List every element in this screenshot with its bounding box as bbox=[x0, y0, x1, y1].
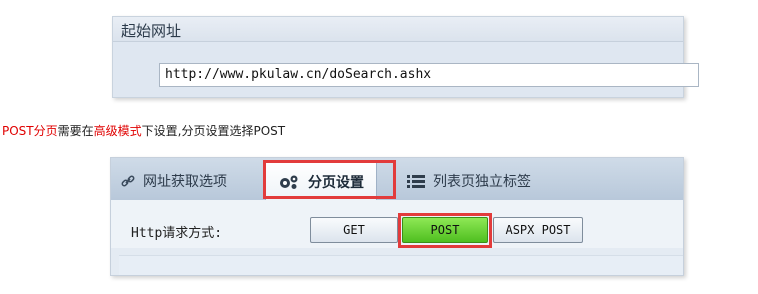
get-button[interactable]: GET bbox=[310, 217, 398, 243]
post-button[interactable]: POST bbox=[402, 217, 488, 243]
http-method-row: Http请求方式: GET POST ASPX POST bbox=[111, 200, 683, 248]
start-url-title: 起始网址 bbox=[121, 22, 182, 40]
tab-bar: 网址获取选项 分页设置 列表页独立标签 bbox=[111, 158, 683, 201]
instruction-advanced-mode: 高级模式 bbox=[93, 124, 142, 138]
tab-pagination-settings-label: 分页设置 bbox=[308, 174, 364, 191]
aspx-post-button[interactable]: ASPX POST bbox=[493, 217, 583, 243]
tab-list-page-tags-label: 列表页独立标签 bbox=[433, 174, 531, 190]
start-url-input[interactable]: http://www.pkulaw.cn/doSearch.ashx bbox=[159, 63, 699, 87]
tab-url-options-label: 网址获取选项 bbox=[143, 174, 227, 190]
start-url-header bbox=[113, 17, 683, 42]
gears-icon bbox=[278, 174, 300, 190]
instruction-post-paging: POST分页 bbox=[2, 124, 58, 138]
settings-content-area bbox=[119, 255, 683, 275]
http-method-label: Http请求方式: bbox=[131, 226, 223, 241]
instruction-need-in: 需要在 bbox=[57, 124, 94, 138]
link-icon bbox=[121, 174, 135, 188]
tab-list-page-tags[interactable]: 列表页独立标签 bbox=[407, 163, 531, 199]
instruction-text: POST分页需要在高级模式下设置,分页设置选择POST bbox=[2, 122, 285, 139]
start-url-panel: 起始网址 http://www.pkulaw.cn/doSearch.ashx bbox=[112, 16, 699, 98]
pagination-settings-panel: 网址获取选项 分页设置 列表页独立标签 Http请求方式: GET POST A… bbox=[110, 157, 684, 276]
tab-url-options[interactable]: 网址获取选项 bbox=[121, 163, 227, 199]
instruction-rest: 下设置,分页设置选择POST bbox=[141, 124, 286, 138]
list-icon bbox=[407, 174, 425, 188]
tab-pagination-settings[interactable]: 分页设置 bbox=[265, 162, 377, 200]
